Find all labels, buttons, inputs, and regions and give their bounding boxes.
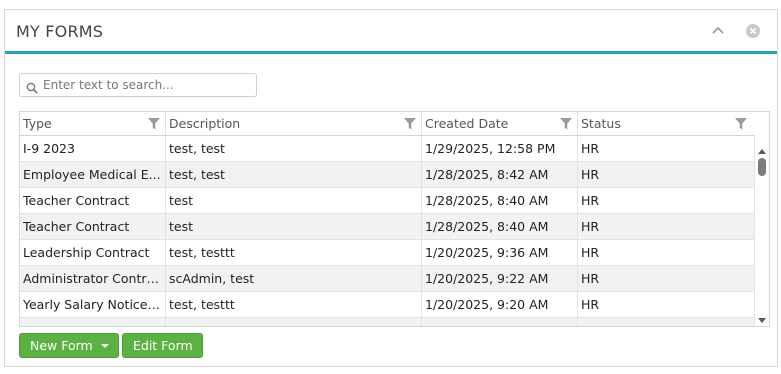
cell-status: HR <box>581 219 600 234</box>
grid-header: Type Description Created Date Status <box>20 112 755 136</box>
column-label: Created Date <box>425 116 509 131</box>
table-row[interactable]: Administrator Contra... scAdmin, test 1/… <box>20 266 755 292</box>
new-form-button[interactable]: New Form <box>19 333 119 358</box>
grid-body: I-9 2023 test, test 1/29/2025, 12:58 PM … <box>20 136 755 326</box>
panel-header: MY FORMS <box>5 10 777 54</box>
cell-created-date: 1/28/2025, 8:40 AM <box>425 219 549 234</box>
table-row[interactable]: Employee Medical E... test, test 1/28/20… <box>20 162 755 188</box>
table-row[interactable]: Yearly Salary Notice ... test, testtt 1/… <box>20 292 755 318</box>
search-input[interactable] <box>43 76 248 94</box>
panel-title: MY FORMS <box>16 22 104 41</box>
cell-description: test, test <box>169 167 225 182</box>
scroll-down-arrow-icon[interactable] <box>757 310 767 323</box>
cell-status: HR <box>581 167 600 182</box>
cell-status: HR <box>581 193 600 208</box>
forms-grid: Type Description Created Date Status I-9… <box>19 111 770 327</box>
cell-status: HR <box>581 297 600 312</box>
cell-type: Teacher Contract <box>23 219 130 234</box>
cell-created-date: 1/29/2025, 12:58 PM <box>425 141 556 156</box>
table-row[interactable]: I-9 2023 test, test 1/29/2025, 12:58 PM … <box>20 136 755 162</box>
cell-description: test, testtt <box>169 245 235 260</box>
filter-icon[interactable] <box>403 116 417 130</box>
column-header-description[interactable]: Description <box>166 112 422 135</box>
column-header-status[interactable]: Status <box>578 112 755 135</box>
cell-description: test <box>169 193 194 208</box>
caret-down-icon <box>101 344 109 348</box>
cell-created-date: 1/28/2025, 8:42 AM <box>425 167 549 182</box>
column-header-type[interactable]: Type <box>20 112 166 135</box>
cell-description: test, testtt <box>169 297 235 312</box>
column-label: Description <box>169 116 241 131</box>
scroll-thumb[interactable] <box>758 158 766 176</box>
table-row-partial[interactable] <box>20 318 755 326</box>
scroll-up-arrow-icon[interactable] <box>757 142 767 154</box>
filter-icon[interactable] <box>559 116 573 130</box>
search-icon <box>26 79 38 94</box>
cell-created-date: 1/20/2025, 9:20 AM <box>425 297 549 312</box>
table-row[interactable]: Teacher Contract test 1/28/2025, 8:40 AM… <box>20 188 755 214</box>
cell-type: Teacher Contract <box>23 193 130 208</box>
vertical-scrollbar[interactable] <box>755 136 769 326</box>
new-form-label: New Form <box>30 338 93 353</box>
cell-status: HR <box>581 141 600 156</box>
search-box[interactable] <box>19 73 257 97</box>
table-row[interactable]: Leadership Contract test, testtt 1/20/20… <box>20 240 755 266</box>
my-forms-panel: MY FORMS Type Description Created Date <box>4 9 778 367</box>
edit-form-label: Edit Form <box>133 338 193 353</box>
cell-type: Employee Medical E... <box>23 167 161 182</box>
cell-status: HR <box>581 271 600 286</box>
chevron-up-icon[interactable] <box>710 23 726 39</box>
filter-icon[interactable] <box>147 116 161 130</box>
column-label: Status <box>581 116 621 131</box>
column-header-created-date[interactable]: Created Date <box>422 112 578 135</box>
edit-form-button[interactable]: Edit Form <box>122 333 203 358</box>
cell-status: HR <box>581 245 600 260</box>
cell-type: I-9 2023 <box>23 141 75 156</box>
filter-icon[interactable] <box>734 116 748 130</box>
cell-created-date: 1/20/2025, 9:22 AM <box>425 271 549 286</box>
close-circle-icon[interactable] <box>745 23 761 39</box>
cell-created-date: 1/20/2025, 9:36 AM <box>425 245 549 260</box>
cell-type: Administrator Contra... <box>23 271 162 286</box>
cell-type: Yearly Salary Notice ... <box>23 297 162 312</box>
column-label: Type <box>23 116 52 131</box>
cell-description: test <box>169 219 194 234</box>
cell-description: test, test <box>169 141 225 156</box>
table-row[interactable]: Teacher Contract test 1/28/2025, 8:40 AM… <box>20 214 755 240</box>
cell-type: Leadership Contract <box>23 245 150 260</box>
cell-description: scAdmin, test <box>169 271 255 286</box>
cell-created-date: 1/28/2025, 8:40 AM <box>425 193 549 208</box>
